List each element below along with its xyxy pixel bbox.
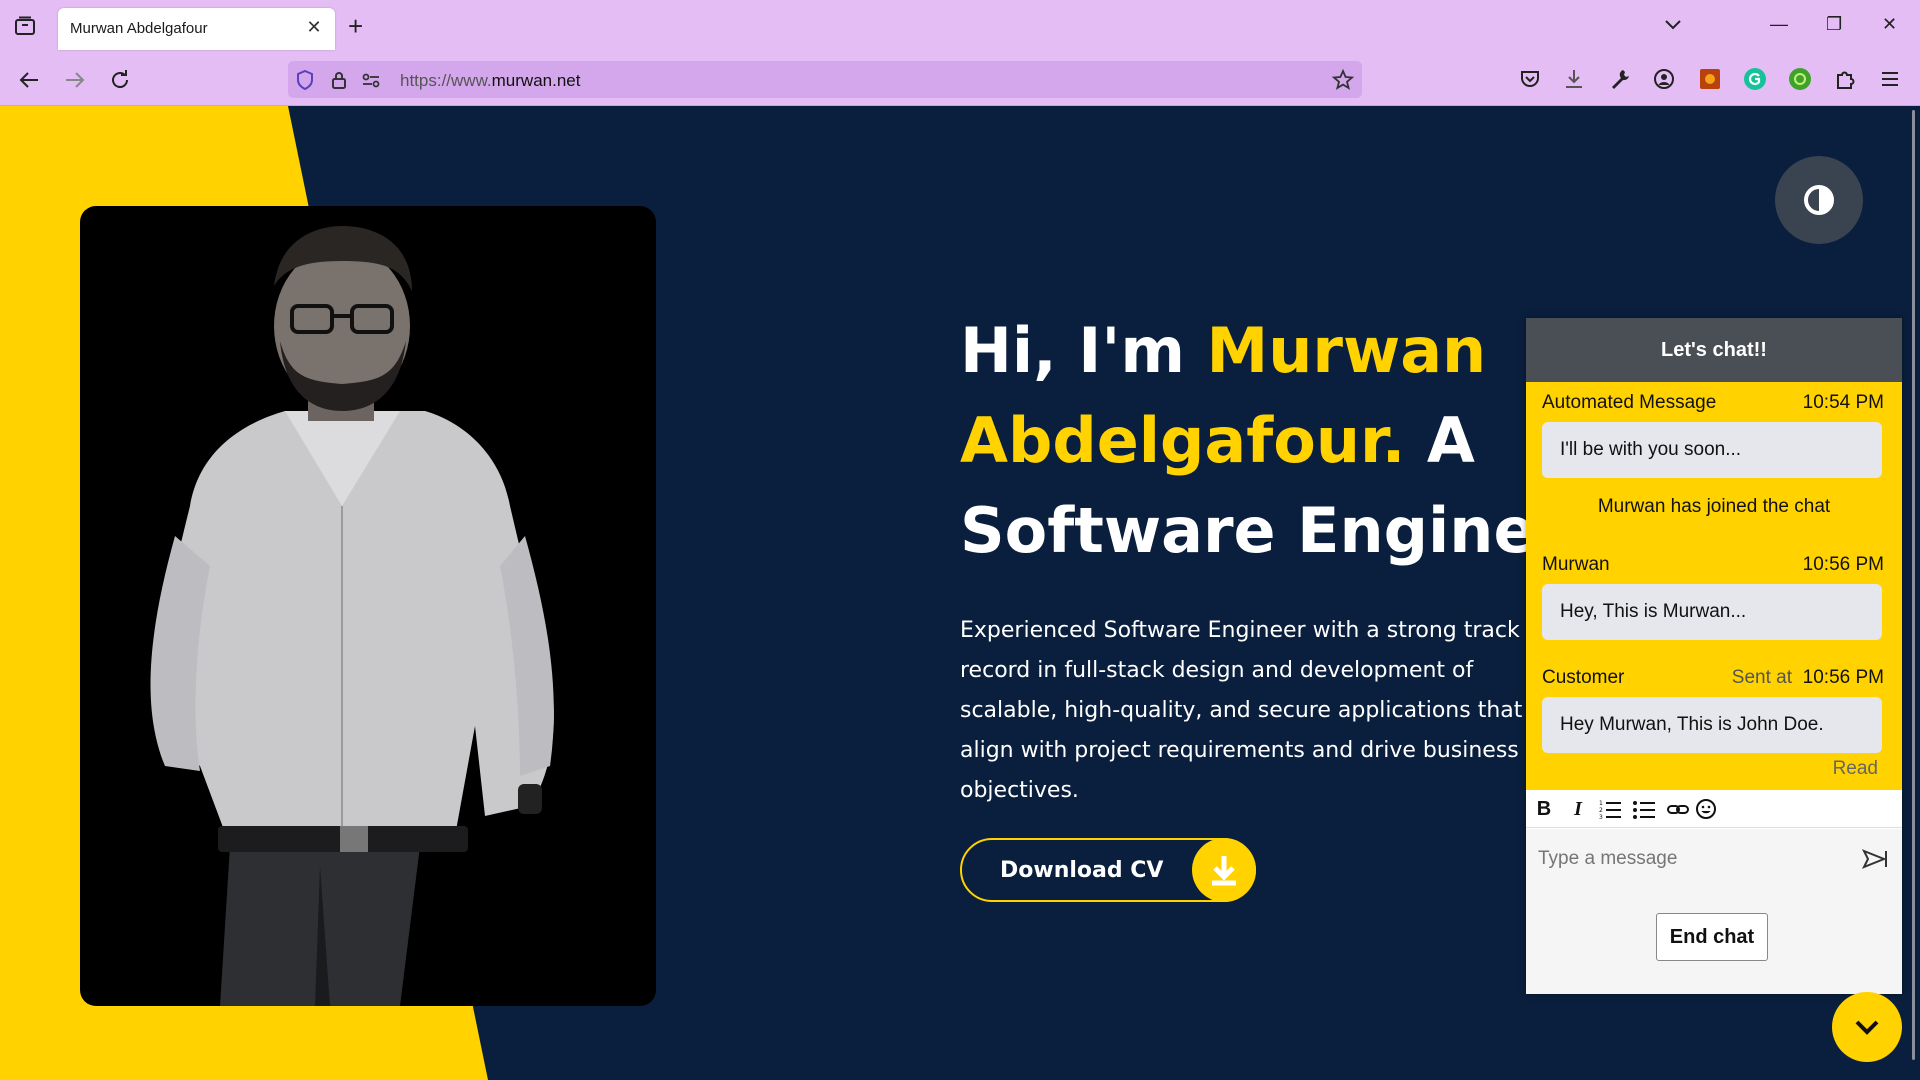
link-icon[interactable] — [1666, 798, 1690, 820]
message-bubble: I'll be with you soon... — [1542, 422, 1882, 478]
theme-toggle-button[interactable] — [1775, 156, 1863, 244]
chat-widget: Let's chat!! Automated Message 10:54 PM … — [1526, 318, 1902, 994]
message-header: Automated Message 10:54 PM — [1542, 392, 1884, 414]
close-window-button[interactable]: ✕ — [1882, 14, 1897, 35]
download-cv-button[interactable]: Download CV — [960, 838, 1256, 902]
send-icon[interactable] — [1862, 847, 1888, 871]
message-bubble: Hey Murwan, This is John Doe. — [1542, 697, 1882, 753]
browser-nav-bar: https://www.murwan.net — [0, 53, 1920, 106]
message-bubble: Hey, This is Murwan... — [1542, 584, 1882, 640]
grammarly-icon[interactable] — [1743, 67, 1767, 91]
hero-description: Experienced Software Engineer with a str… — [960, 618, 1523, 803]
contrast-icon — [1804, 185, 1834, 215]
svg-text:3: 3 — [1599, 814, 1603, 820]
lock-icon[interactable] — [328, 69, 350, 91]
hero-name-last: Abdelgafour. — [960, 404, 1406, 477]
svg-text:2: 2 — [1599, 807, 1603, 814]
downloads-icon[interactable] — [1562, 67, 1586, 91]
chat-footer: End chat — [1526, 889, 1902, 994]
portrait-image — [150, 226, 554, 1006]
download-icon — [1192, 838, 1256, 902]
hero-name-first: Murwan — [1206, 314, 1487, 387]
back-icon[interactable] — [16, 67, 42, 93]
profile-photo — [80, 206, 656, 1006]
sent-at-label: Sent at — [1731, 667, 1792, 688]
hero-role-article: A — [1405, 404, 1475, 477]
italic-button[interactable]: I — [1566, 798, 1590, 820]
message-time: 10:56 PM — [1802, 554, 1884, 575]
svg-text:1: 1 — [1599, 800, 1603, 807]
list-all-tabs-icon[interactable] — [1664, 18, 1682, 32]
bold-button[interactable]: B — [1532, 798, 1556, 820]
message-composer — [1526, 829, 1902, 889]
message-header: Murwan 10:56 PM — [1542, 554, 1884, 576]
reload-icon[interactable] — [107, 67, 133, 93]
hero-role: Software Engineer. — [960, 494, 1623, 567]
permissions-icon[interactable] — [360, 69, 382, 91]
url-bar[interactable]: https://www.murwan.net — [288, 61, 1362, 98]
chevron-down-icon — [1855, 1020, 1879, 1035]
chat-toggle-button[interactable] — [1832, 992, 1902, 1062]
message-sender: Customer — [1542, 667, 1625, 688]
pocket-icon[interactable] — [1518, 67, 1542, 91]
message-sender: Murwan — [1542, 554, 1610, 575]
end-chat-button[interactable]: End chat — [1656, 913, 1768, 961]
bookmark-star-icon[interactable] — [1332, 69, 1354, 91]
chat-title[interactable]: Let's chat!! — [1526, 318, 1902, 382]
account-icon[interactable] — [1652, 67, 1676, 91]
shield-icon[interactable] — [294, 69, 316, 91]
hero-greeting: Hi, I'm — [960, 314, 1207, 387]
tab-list-icon[interactable] — [14, 16, 36, 36]
numbered-list-icon[interactable]: 1 2 3 — [1598, 798, 1622, 820]
message-time: 10:54 PM — [1802, 392, 1884, 413]
web-page: Hi, I'm Murwan Abdelgafour. A Software E… — [0, 106, 1920, 1080]
tab-close-icon[interactable]: ✕ — [303, 17, 325, 39]
forward-icon[interactable] — [62, 67, 88, 93]
extension-orange-icon[interactable] — [1698, 67, 1722, 91]
message-header: Customer Sent at 10:56 PM — [1542, 667, 1884, 689]
format-toolbar: B I 1 2 3 — [1526, 790, 1902, 828]
menu-icon[interactable] — [1878, 67, 1902, 91]
url-text[interactable]: https://www.murwan.net — [400, 71, 580, 91]
message-time: 10:56 PM — [1802, 667, 1884, 688]
system-notice: Murwan has joined the chat — [1597, 496, 1831, 517]
read-status: Read — [1832, 758, 1878, 779]
hero-heading: Hi, I'm Murwan Abdelgafour. A Software E… — [960, 306, 1623, 576]
browser-tab[interactable]: Murwan Abdelgafour ✕ — [58, 8, 335, 50]
tab-title: Murwan Abdelgafour — [70, 20, 208, 37]
message-sender: Automated Message — [1542, 392, 1717, 413]
chat-messages: Automated Message 10:54 PM I'll be with … — [1526, 382, 1902, 790]
extensions-puzzle-icon[interactable] — [1833, 67, 1857, 91]
emoji-icon[interactable] — [1694, 798, 1718, 820]
restore-button[interactable]: ❐ — [1826, 14, 1842, 35]
browser-tab-bar: Murwan Abdelgafour ✕ + — ❐ ✕ — [0, 0, 1920, 53]
download-cv-label: Download CV — [1000, 858, 1164, 883]
new-tab-button[interactable]: + — [348, 13, 363, 39]
message-input[interactable] — [1526, 829, 1846, 889]
page-scrollbar[interactable] — [1912, 110, 1915, 1060]
url-domain: murwan.net — [491, 71, 581, 90]
url-prefix: https://www. — [400, 71, 492, 90]
minimize-button[interactable]: — — [1770, 14, 1788, 35]
bullet-list-icon[interactable] — [1632, 798, 1656, 820]
wrench-icon[interactable] — [1608, 67, 1632, 91]
extension-green-icon[interactable] — [1788, 67, 1812, 91]
